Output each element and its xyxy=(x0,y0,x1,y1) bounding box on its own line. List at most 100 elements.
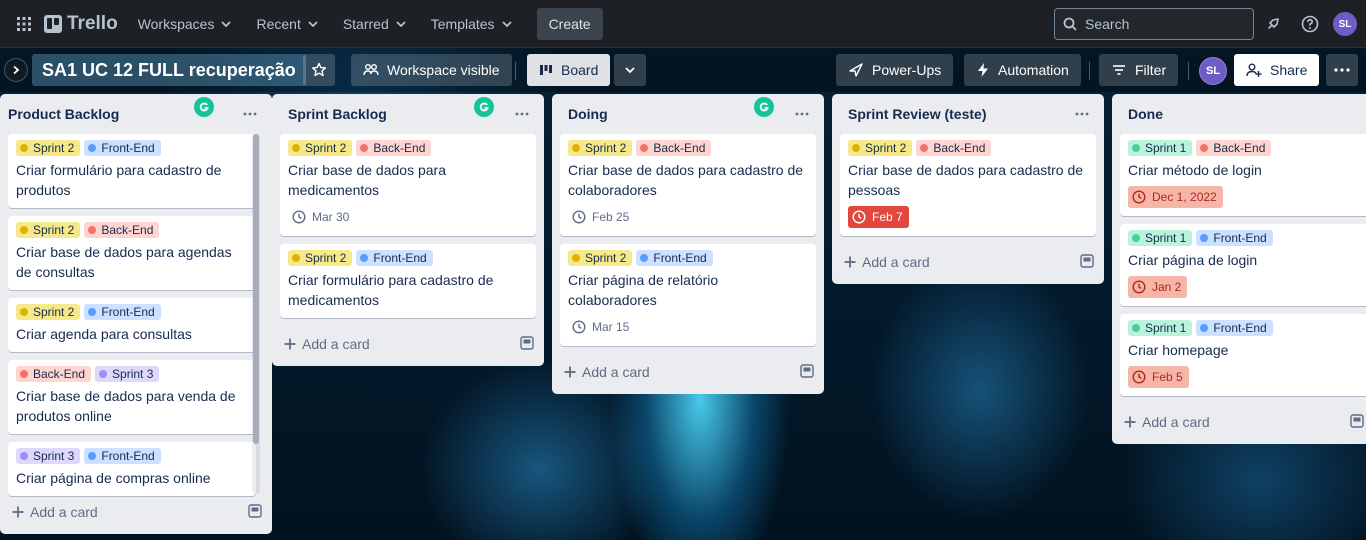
label-text: Sprint 1 xyxy=(1145,321,1187,335)
board-title[interactable]: SA1 UC 12 FULL recuperação xyxy=(32,54,306,86)
label-front-end: Front-End xyxy=(84,448,161,464)
automation-button[interactable]: Automation xyxy=(964,54,1081,86)
add-member-icon xyxy=(1246,63,1262,77)
filter-button[interactable]: Filter xyxy=(1099,54,1179,86)
card-list: Sprint 1 Back-End Criar método de login … xyxy=(1112,134,1366,396)
visibility-label: Workspace visible xyxy=(387,62,500,78)
card[interactable]: Sprint 1 Back-End Criar método de login … xyxy=(1120,134,1366,216)
grammarly-icon[interactable] xyxy=(474,97,494,117)
list-title[interactable]: Doing xyxy=(560,106,608,122)
list-title[interactable]: Sprint Review (teste) xyxy=(840,106,986,122)
label-dot xyxy=(20,370,28,378)
card[interactable]: Sprint 3 Front-End Criar página de compr… xyxy=(8,442,256,496)
due-date-badge[interactable]: Mar 15 xyxy=(568,316,635,338)
member-avatar[interactable]: SL xyxy=(1199,57,1227,85)
notifications-icon[interactable] xyxy=(1262,12,1286,36)
create-button[interactable]: Create xyxy=(536,7,603,40)
card[interactable]: Sprint 2 Front-End Criar formulário para… xyxy=(280,244,536,318)
list-scrollbar[interactable] xyxy=(252,134,260,494)
grammarly-icon[interactable] xyxy=(194,97,214,117)
list-menu-icon[interactable] xyxy=(508,102,536,126)
add-card-button[interactable]: Add a card xyxy=(280,326,536,362)
card-labels: Sprint 1 Back-End xyxy=(1128,140,1358,156)
star-board-button[interactable] xyxy=(303,54,335,86)
trello-logo[interactable]: Trello xyxy=(40,13,126,35)
list-title[interactable]: Sprint Backlog xyxy=(280,106,387,122)
label-dot xyxy=(640,254,649,262)
card[interactable]: Sprint 2 Back-End Criar base de dados pa… xyxy=(280,134,536,236)
card-template-icon[interactable] xyxy=(520,336,534,353)
due-date-badge[interactable]: Mar 30 xyxy=(288,206,355,228)
card[interactable]: Sprint 2 Back-End Criar base de dados pa… xyxy=(840,134,1096,236)
label-dot xyxy=(572,254,580,262)
due-date-text: Feb 7 xyxy=(872,210,903,224)
due-date-badge[interactable]: Feb 7 xyxy=(848,206,909,228)
app-switcher-icon[interactable] xyxy=(8,8,40,40)
header-divider xyxy=(515,62,516,80)
card-template-icon[interactable] xyxy=(800,364,814,381)
add-card-label: Add a card xyxy=(862,254,930,270)
search-box[interactable] xyxy=(1054,8,1254,40)
list-title[interactable]: Product Backlog xyxy=(8,106,119,122)
add-card-button[interactable]: Add a card xyxy=(560,354,816,390)
search-input[interactable] xyxy=(1085,16,1235,32)
clock-icon xyxy=(292,210,306,224)
views-dropdown-button[interactable] xyxy=(614,54,646,86)
rocket-icon xyxy=(849,63,863,77)
card[interactable]: Sprint 2 Front-End Criar página de relat… xyxy=(560,244,816,346)
label-dot xyxy=(920,144,929,152)
due-date-badge[interactable]: Feb 5 xyxy=(1128,366,1189,388)
list-doing: Doing Sprint 2 Back-End Criar base de da… xyxy=(552,94,824,394)
help-icon[interactable] xyxy=(1298,12,1322,36)
powerups-button[interactable]: Power-Ups xyxy=(836,54,954,86)
label-back-end: Back-End xyxy=(1196,140,1272,156)
due-date-badge[interactable]: Dec 1, 2022 xyxy=(1128,186,1223,208)
workspaces-menu[interactable]: Workspaces xyxy=(128,8,243,40)
visibility-button[interactable]: Workspace visible xyxy=(351,54,512,86)
card-title: Criar método de login xyxy=(1128,162,1262,178)
clock-icon xyxy=(1132,370,1146,384)
card[interactable]: Sprint 2 Front-End Criar formulário para… xyxy=(8,134,256,208)
card-template-icon[interactable] xyxy=(248,504,262,521)
add-card-label: Add a card xyxy=(30,504,98,520)
add-card-button[interactable]: Add a card xyxy=(1120,404,1364,440)
due-date-badge[interactable]: Feb 25 xyxy=(568,206,635,228)
chevron-right-icon xyxy=(13,65,20,75)
label-sprint-2: Sprint 2 xyxy=(288,250,353,266)
sidebar-toggle-button[interactable] xyxy=(4,58,28,82)
label-text: Front-End xyxy=(1213,231,1267,245)
board-view-button[interactable]: Board xyxy=(527,54,611,86)
clock-icon xyxy=(852,210,866,224)
recent-menu[interactable]: Recent xyxy=(246,8,328,40)
label-dot xyxy=(1200,234,1209,242)
due-date-badge[interactable]: Jan 2 xyxy=(1128,276,1188,298)
list-title[interactable]: Done xyxy=(1120,106,1163,122)
label-front-end: Front-End xyxy=(356,250,433,266)
card-template-icon[interactable] xyxy=(1350,414,1364,431)
share-button[interactable]: Share xyxy=(1234,54,1320,86)
account-avatar[interactable]: SL xyxy=(1333,12,1357,36)
label-dot xyxy=(360,254,369,262)
label-sprint-2: Sprint 2 xyxy=(848,140,913,156)
label-dot xyxy=(292,144,300,152)
add-card-button[interactable]: Add a card xyxy=(8,494,264,530)
starred-menu[interactable]: Starred xyxy=(333,8,417,40)
list-menu-icon[interactable] xyxy=(1068,102,1096,126)
list-menu-icon[interactable] xyxy=(788,102,816,126)
card[interactable]: Sprint 2 Front-End Criar agenda para con… xyxy=(8,298,256,352)
templates-menu[interactable]: Templates xyxy=(421,8,523,40)
board-menu-button[interactable] xyxy=(1326,54,1358,86)
list-menu-icon[interactable] xyxy=(236,102,264,126)
card[interactable]: Back-End Sprint 3 Criar base de dados pa… xyxy=(8,360,256,434)
card-template-icon[interactable] xyxy=(1080,254,1094,271)
card[interactable]: Sprint 1 Front-End Criar homepage Feb 5 xyxy=(1120,314,1366,396)
search-icon xyxy=(1063,17,1077,31)
card[interactable]: Sprint 1 Front-End Criar página de login… xyxy=(1120,224,1366,306)
grammarly-icon[interactable] xyxy=(754,97,774,117)
card[interactable]: Sprint 2 Back-End Criar base de dados pa… xyxy=(560,134,816,236)
label-back-end: Back-End xyxy=(356,140,432,156)
add-card-button[interactable]: Add a card xyxy=(840,244,1096,280)
card-title: Criar formulário para cadastro de medica… xyxy=(288,272,494,308)
scrollbar-thumb[interactable] xyxy=(253,134,259,444)
card[interactable]: Sprint 2 Back-End Criar base de dados pa… xyxy=(8,216,256,290)
